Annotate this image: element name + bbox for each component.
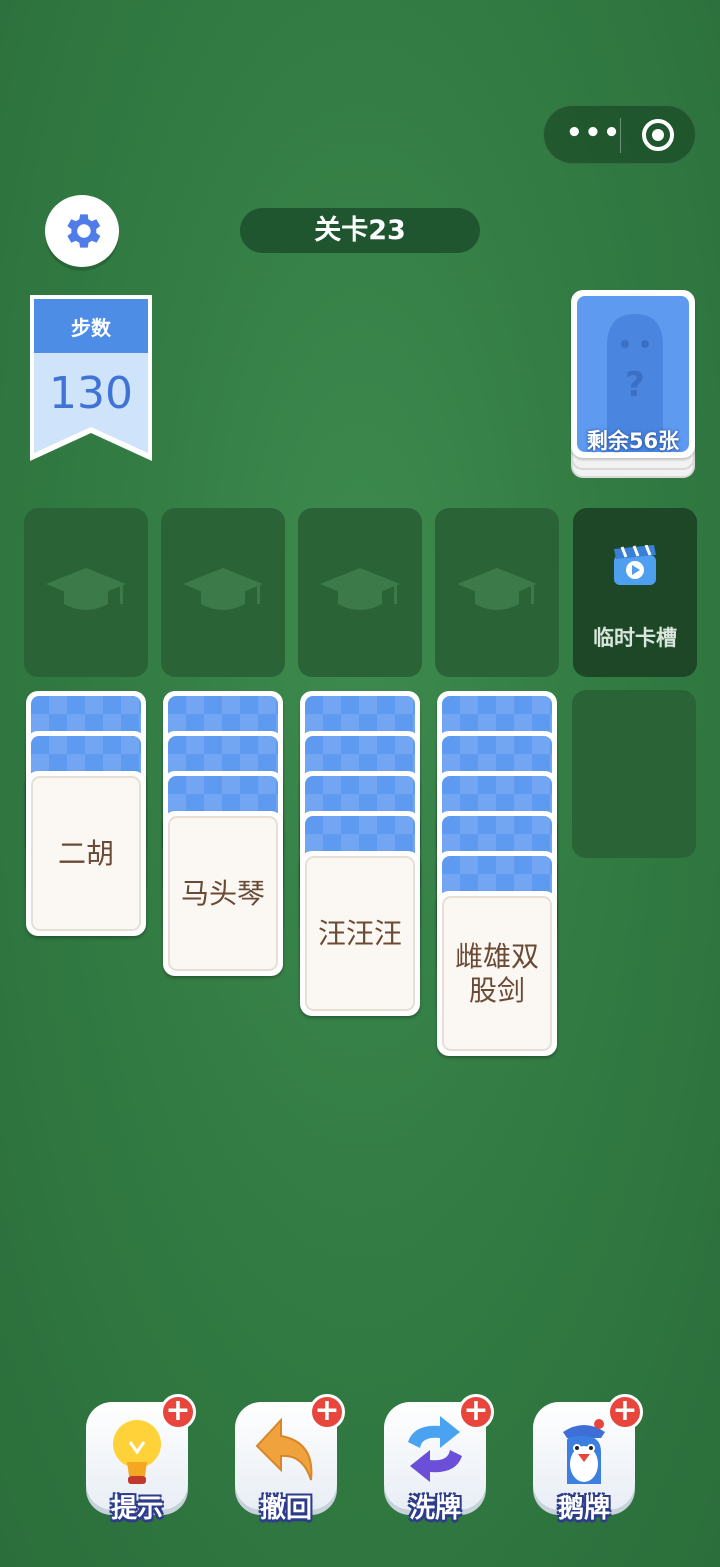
- empty-column-slot[interactable]: [572, 690, 696, 858]
- shuffle-icon: [408, 1416, 462, 1482]
- goose-card-label: 鹅牌: [557, 1494, 610, 1524]
- undo-label: 撤回: [259, 1494, 312, 1524]
- gear-icon: [67, 214, 101, 248]
- steps-label: 步数: [71, 316, 111, 340]
- goose-icon: [563, 1419, 605, 1484]
- card-text: 二胡: [31, 776, 141, 931]
- foundation-slot[interactable]: [24, 508, 148, 677]
- hint-label: 提示: [110, 1494, 163, 1524]
- settings-button[interactable]: [45, 195, 119, 267]
- foundation-slot[interactable]: [298, 508, 422, 677]
- card-face[interactable]: 雌雄双股剑: [437, 891, 557, 1056]
- mini-program-capsule: •••: [543, 105, 696, 164]
- undo-arrow-icon: [255, 1417, 313, 1481]
- add-undo-icon[interactable]: +: [309, 1394, 345, 1430]
- close-target-icon[interactable]: [642, 119, 674, 151]
- hint-button[interactable]: + 提示: [86, 1394, 196, 1524]
- shuffle-label: 洗牌: [408, 1494, 461, 1524]
- deck-remaining: 剩余56张: [586, 429, 680, 453]
- goose-card-button[interactable]: + 鹅牌: [533, 1394, 643, 1524]
- graduation-cap-icon: [320, 568, 400, 610]
- temporary-slot-label: 临时卡槽: [593, 626, 677, 650]
- card-text: 雌雄双股剑: [442, 896, 552, 1051]
- graduation-cap-icon: [46, 568, 126, 610]
- graduation-cap-icon: [457, 568, 537, 610]
- card-face[interactable]: 马头琴: [163, 811, 283, 976]
- undo-button[interactable]: + 撤回: [235, 1394, 345, 1524]
- steps-value: 130: [49, 368, 133, 419]
- lightbulb-icon: [113, 1420, 161, 1484]
- add-hint-icon[interactable]: +: [160, 1394, 196, 1430]
- card-text: 汪汪汪: [305, 856, 415, 1011]
- graduation-cap-icon: [183, 568, 263, 610]
- foundation-slot[interactable]: [435, 508, 559, 677]
- card-face[interactable]: 汪汪汪: [300, 851, 420, 1016]
- video-ad-icon: [614, 545, 656, 585]
- foundation-slot[interactable]: [161, 508, 285, 677]
- capsule-divider: [620, 118, 621, 153]
- card-face[interactable]: 二胡: [26, 771, 146, 936]
- shuffle-button[interactable]: + 洗牌: [384, 1394, 494, 1524]
- more-icon[interactable]: •••: [566, 120, 620, 150]
- add-goose-card-icon[interactable]: +: [607, 1394, 643, 1430]
- svg-text:?: ?: [625, 365, 645, 405]
- level-indicator: 关卡23: [240, 208, 480, 253]
- add-shuffle-icon[interactable]: +: [458, 1394, 494, 1430]
- card-text: 马头琴: [168, 816, 278, 971]
